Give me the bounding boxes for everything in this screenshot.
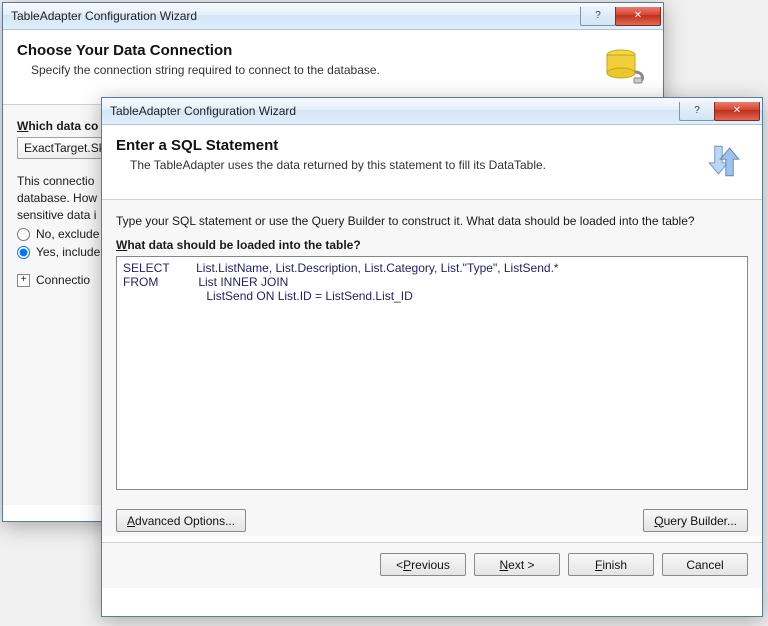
back-heading: Choose Your Data Connection [17, 42, 589, 59]
radio-yes-label: Yes, include [36, 245, 100, 259]
radio-no[interactable] [17, 228, 30, 241]
close-icon: ✕ [634, 10, 642, 21]
help-icon: ? [694, 105, 700, 116]
plus-icon: + [17, 274, 30, 287]
help-button[interactable]: ? [580, 7, 616, 26]
radio-no-label: No, exclude [36, 227, 99, 241]
back-header-panel: Choose Your Data Connection Specify the … [3, 30, 663, 105]
instruction-text: Type your SQL statement or use the Query… [116, 214, 748, 228]
front-heading: Enter a SQL Statement [116, 137, 688, 154]
finish-button[interactable]: Finish [568, 553, 654, 576]
sql-textarea[interactable] [116, 256, 748, 490]
wizard-button-row: < Previous Next > Finish Cancel [102, 543, 762, 588]
close-icon: ✕ [733, 105, 741, 116]
help-button[interactable]: ? [679, 102, 715, 121]
back-window-controls: ? ✕ [581, 7, 663, 26]
front-header-panel: Enter a SQL Statement The TableAdapter u… [102, 125, 762, 200]
field-label: What data should be loaded into the tabl… [116, 238, 748, 252]
help-icon: ? [595, 10, 601, 21]
cancel-button[interactable]: Cancel [662, 553, 748, 576]
expand-label: Connectio [36, 273, 90, 287]
back-subheading: Specify the connection string required t… [17, 63, 589, 77]
previous-button[interactable]: < Previous [380, 553, 466, 576]
next-button[interactable]: Next > [474, 553, 560, 576]
front-window: TableAdapter Configuration Wizard ? ✕ En… [101, 97, 763, 617]
dropdown-value: ExactTarget.Sk [24, 141, 105, 155]
database-icon [601, 42, 649, 90]
front-window-controls: ? ✕ [680, 102, 762, 121]
close-button[interactable]: ✕ [615, 7, 661, 26]
advanced-options-button[interactable]: Advanced Options... [116, 509, 246, 532]
aux-button-row: Advanced Options... Query Builder... [102, 503, 762, 536]
query-builder-button[interactable]: Query Builder... [643, 509, 748, 532]
back-window-title: TableAdapter Configuration Wizard [11, 9, 581, 23]
front-subheading: The TableAdapter uses the data returned … [116, 158, 688, 172]
radio-yes[interactable] [17, 246, 30, 259]
front-content: Type your SQL statement or use the Query… [102, 200, 762, 503]
front-titlebar[interactable]: TableAdapter Configuration Wizard ? ✕ [102, 98, 762, 125]
close-button[interactable]: ✕ [714, 102, 760, 121]
front-window-title: TableAdapter Configuration Wizard [110, 104, 680, 118]
back-titlebar[interactable]: TableAdapter Configuration Wizard ? ✕ [3, 3, 663, 30]
arrows-icon [700, 137, 748, 185]
